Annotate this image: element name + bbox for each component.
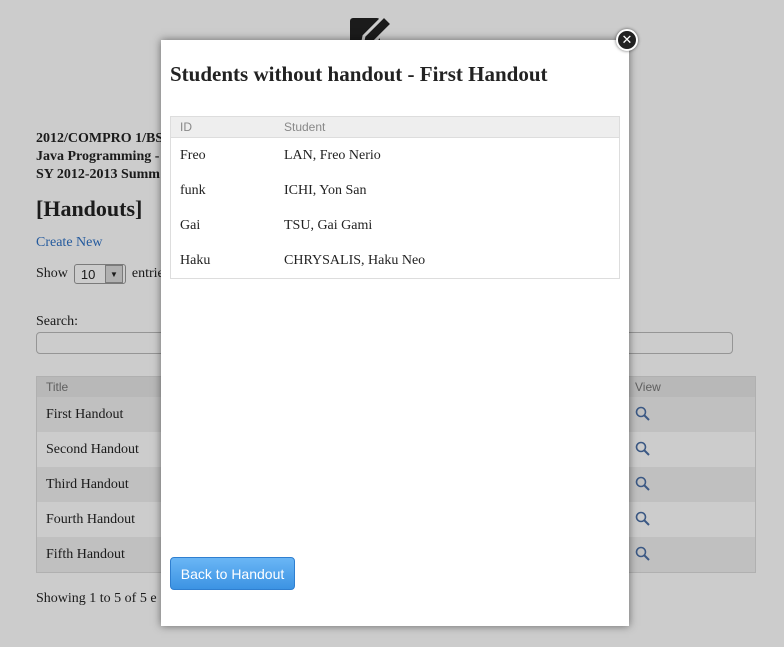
table-row: Gai TSU, Gai Gami	[171, 208, 619, 243]
student-name: LAN, Freo Nerio	[284, 148, 381, 163]
student-id: Freo	[180, 148, 206, 163]
table-header: ID Student	[171, 117, 619, 138]
student-id: Gai	[180, 218, 201, 233]
student-name: ICHI, Yon San	[284, 183, 367, 198]
student-name: TSU, Gai Gami	[284, 218, 373, 233]
table-row: funk ICHI, Yon San	[171, 173, 619, 208]
table-row: Haku CHRYSALIS, Haku Neo	[171, 243, 619, 278]
back-to-handout-button[interactable]: Back to Handout	[170, 557, 295, 590]
students-without-handout-dialog: Students without handout - First Handout…	[161, 40, 629, 626]
student-id: Haku	[180, 253, 211, 268]
column-student: Student	[284, 120, 326, 134]
table-row: Freo LAN, Freo Nerio	[171, 138, 619, 173]
students-table: ID Student Freo LAN, Freo Nerio funk ICH…	[170, 116, 620, 279]
close-icon[interactable]: ✕	[616, 29, 638, 51]
dialog-title: Students without handout - First Handout	[170, 62, 548, 86]
student-id: funk	[180, 183, 206, 198]
column-id: ID	[180, 120, 192, 134]
student-name: CHRYSALIS, Haku Neo	[284, 253, 426, 268]
